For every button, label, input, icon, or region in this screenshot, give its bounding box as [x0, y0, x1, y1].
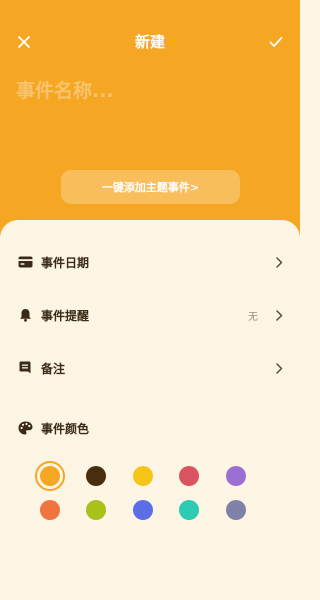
chevron-right-icon	[274, 361, 284, 375]
event-note-label: 备注	[41, 361, 66, 376]
chevron-right-icon	[274, 255, 284, 269]
chevron-right-icon	[274, 308, 284, 322]
event-reminder-value: 无	[248, 311, 258, 323]
bell-icon	[17, 307, 33, 323]
event-name-input[interactable]	[16, 76, 266, 106]
color-swatch[interactable]	[226, 500, 246, 520]
add-theme-events-button[interactable]: 一键添加主题事件>	[61, 170, 240, 204]
color-swatch[interactable]	[179, 500, 199, 520]
confirm-button[interactable]	[265, 31, 287, 53]
check-icon	[269, 36, 283, 47]
event-reminder-row[interactable]: 事件提醒 无	[0, 298, 300, 332]
color-swatch[interactable]	[40, 466, 60, 486]
header-area: 新建 一键添加主题事件>	[0, 0, 300, 250]
color-swatch[interactable]	[40, 500, 60, 520]
event-date-label: 事件日期	[41, 255, 90, 270]
event-reminder-label: 事件提醒	[41, 308, 90, 323]
event-date-row[interactable]: 事件日期	[0, 245, 300, 279]
color-swatch[interactable]	[86, 466, 106, 486]
palette-icon	[17, 420, 33, 436]
color-swatch[interactable]	[179, 466, 199, 486]
event-color-header: 事件颜色	[0, 411, 300, 445]
page-title: 新建	[134, 33, 165, 51]
color-swatch[interactable]	[86, 500, 106, 520]
event-note-row[interactable]: 备注	[0, 351, 300, 385]
calendar-card-icon	[17, 254, 33, 270]
event-color-label: 事件颜色	[41, 421, 90, 436]
color-swatch[interactable]	[226, 466, 246, 486]
color-swatch[interactable]	[133, 500, 153, 520]
note-icon	[17, 360, 33, 376]
color-swatch[interactable]	[133, 466, 153, 486]
